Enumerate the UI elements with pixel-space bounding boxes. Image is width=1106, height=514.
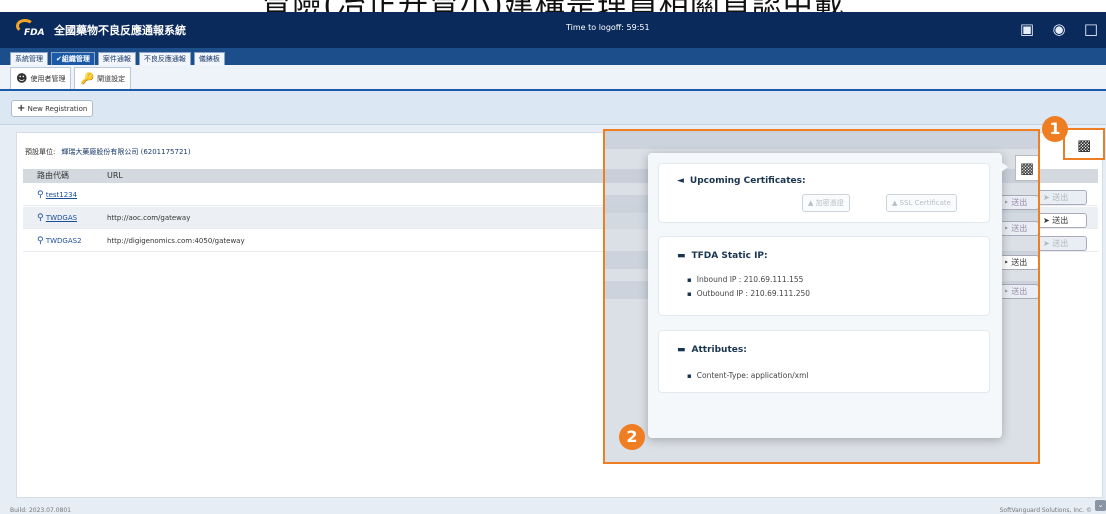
static-ip-card: ▬TFDA Static IP: Inbound IP : 210.69.111… [658,236,990,316]
folder-icon: ▬ [677,345,686,355]
attributes-card: ▬Attributes: Content-Type: application/x… [658,330,990,393]
encryption-cert-button[interactable]: ▲ 加密憑證 [802,194,850,212]
subtab-gateway[interactable]: 🔑 閘道設定 [74,67,132,89]
popover-arrow [1000,161,1008,173]
building-icon[interactable]: ▩ [1015,155,1038,181]
route-code-link[interactable]: ⚲ test1234 [37,184,77,206]
megaphone-icon: ◄ [677,176,684,186]
build-info: Build: 2023.07.0801 [10,507,71,514]
ssl-cert-button[interactable]: ▲ SSL Certificate [886,194,957,212]
user-admin-icon: ☻ [16,72,28,85]
app-title: 全國藥物不良反應通報系統 [54,24,186,37]
main-tabs: 系統管理 ✔組織管理 案件通報 不良反應通報 儀錶板 [0,48,1106,65]
route-code-link[interactable]: ⚲ TWDGAS [37,207,77,229]
default-unit: 預設單位: 輝瑞大藥廠股份有限公司 (62011757​21) [25,148,191,156]
building-icon: ▩ [1077,136,1092,154]
scroll-down-icon[interactable]: ⌄ [1095,500,1106,511]
footer: Build: 2023.07.0801 SoftVanguard Solutio… [0,502,1106,514]
send-button[interactable]: ➤ 送出 [1038,236,1087,251]
inbound-ip: Inbound IP : 210.69.111.155 [687,273,810,287]
key-icon: 🔑 [80,72,95,85]
key-icon: ⚲ [37,213,44,223]
tab-adverse-report[interactable]: 不良反應通報 [138,52,191,65]
key-icon: ⚲ [37,190,44,200]
route-code-link[interactable]: ⚲ TWDGAS2 [37,230,82,252]
top-caption: 冒險(冶正升冒小)建構是理員相關負認中載 [0,0,1106,12]
outbound-ip: Outbound IP : 210.69.111.250 [687,287,810,301]
info-popover: ◄ Upcoming Certificates: ▲ 加密憑證 ▲ SSL Cer… [648,153,1002,438]
user-icon[interactable]: ◉ [1050,20,1068,38]
fda-logo: FDA [16,19,50,41]
send-button[interactable]: ‣ 送出 [999,255,1038,270]
subtab-user-admin[interactable]: ☻ 使用者管理 [10,67,72,89]
column-url: URL [107,171,123,180]
tab-dashboard[interactable]: 儀錶板 [193,52,225,65]
key-icon: ⚲ [37,236,44,246]
send-button[interactable]: ‣ 送出 [999,195,1038,210]
folder-icon: ▬ [677,251,686,261]
company-info: SoftVanguard Solutions, Inc. © [999,507,1092,514]
tab-organization[interactable]: ✔組織管理 [51,52,95,65]
send-button[interactable]: ‣ 送出 [999,284,1038,299]
send-button[interactable]: ‣ 送出 [999,221,1038,236]
device-icon[interactable]: ▣ [1018,20,1036,38]
certificates-card: ◄ Upcoming Certificates: ▲ 加密憑證 ▲ SSL Cer… [658,163,990,223]
new-registration-button[interactable]: + New Registration [11,100,94,117]
callout-badge-1: 1 [1042,116,1068,142]
callout-badge-2: 2 [619,424,645,450]
logoff-timer: Time to logoff: 59:51 [566,23,650,32]
content-type: Content-Type: application/xml [687,369,809,383]
send-button[interactable]: ➤ 送出 [1038,190,1087,205]
plus-icon: + [17,103,26,114]
tab-case-report[interactable]: 案件通報 [97,52,136,65]
send-button[interactable]: ➤ 送出 [1038,213,1087,228]
column-route-code: 路由代碼 [37,171,69,180]
info-toggle-box[interactable]: ▩ [1063,128,1105,160]
toolbar: + New Registration [0,91,1106,125]
app-header: FDA 全國藥物不良反應通報系統 Time to logoff: 59:51 ▣… [0,12,1106,48]
sub-tabs: ☻ 使用者管理 🔑 閘道設定 [0,65,1106,91]
logout-icon[interactable]: □ [1082,20,1100,38]
tab-system[interactable]: 系統管理 [10,52,48,65]
